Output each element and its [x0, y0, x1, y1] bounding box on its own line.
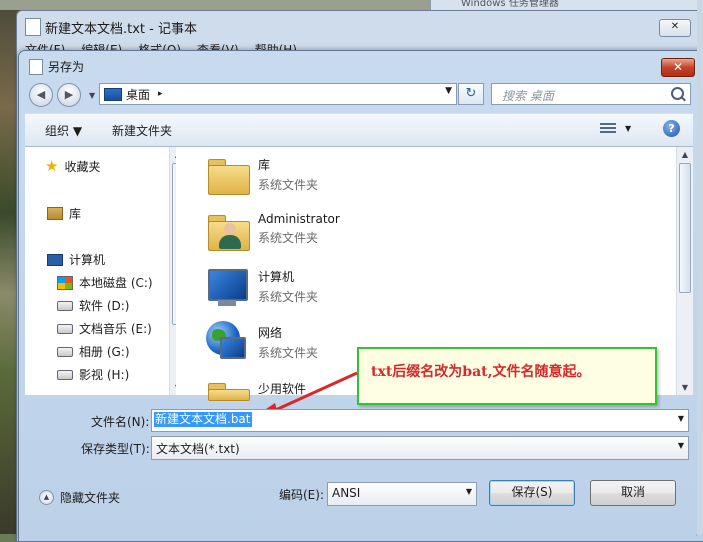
- address-bar[interactable]: 桌面 ▸ ▼: [99, 83, 457, 105]
- drive-icon: [57, 346, 73, 357]
- user-folder-icon: [206, 209, 250, 253]
- nav-libraries-label: 库: [69, 207, 82, 221]
- view-options-icon[interactable]: [600, 121, 616, 135]
- back-button[interactable]: ◀: [29, 83, 53, 107]
- nav-drive-e[interactable]: 文档音乐 (E:): [57, 320, 152, 337]
- list-item[interactable]: 网络 系统文件夹: [206, 321, 318, 365]
- item-name: 库: [258, 158, 271, 172]
- encoding-select[interactable]: ANSI ▼: [327, 482, 477, 506]
- navigation-pane: ★ 收藏夹 库 计算机 本地磁盘 (C:) 软件 (D:) 文档音乐 (E:) …: [25, 147, 186, 395]
- item-type: 系统文件夹: [258, 231, 319, 245]
- dialog-title: 另存为: [48, 60, 85, 74]
- save-button[interactable]: 保存(S): [489, 480, 575, 506]
- file-list-scrollbar[interactable]: ▲ ▼: [676, 147, 693, 395]
- filetype-dropdown-icon[interactable]: ▼: [678, 441, 684, 450]
- library-icon: [47, 207, 63, 220]
- search-input[interactable]: 搜索 桌面: [491, 83, 691, 105]
- search-icon[interactable]: [671, 87, 684, 100]
- nav-drive-d[interactable]: 软件 (D:): [57, 297, 129, 314]
- drive-icon: [57, 300, 73, 311]
- item-type: 系统文件夹: [258, 178, 319, 192]
- network-icon: [206, 321, 250, 365]
- filetype-select[interactable]: 文本文档(*.txt) ▼: [151, 436, 689, 460]
- nav-libraries[interactable]: 库: [47, 205, 81, 222]
- breadcrumb-chevron-icon[interactable]: ▸: [158, 89, 163, 99]
- desktop-icon: [104, 87, 122, 101]
- list-item[interactable]: 库 系统文件夹: [206, 153, 318, 197]
- nav-computer-label: 计算机: [69, 253, 106, 267]
- drive-label: 文档音乐 (E:): [79, 322, 152, 336]
- new-folder-button[interactable]: 新建文件夹: [112, 122, 172, 139]
- nav-drive-h[interactable]: 影视 (H:): [57, 366, 129, 383]
- nav-drive-c[interactable]: 本地磁盘 (C:): [57, 274, 153, 291]
- item-name: 计算机: [258, 270, 295, 284]
- notepad-icon: [29, 58, 43, 75]
- item-name: 网络: [258, 326, 283, 340]
- scroll-down-icon[interactable]: ▼: [677, 383, 693, 392]
- drive-label: 影视 (H:): [79, 368, 130, 382]
- encoding-dropdown-icon[interactable]: ▼: [466, 487, 472, 496]
- notepad-title: 新建文本文档.txt - 记事本: [45, 21, 197, 37]
- refresh-icon: ↻: [465, 86, 477, 101]
- notepad-titlebar: 新建文本文档.txt - 记事本: [25, 17, 197, 37]
- encoding-label: 编码(E):: [279, 488, 324, 502]
- help-button[interactable]: ?: [663, 120, 680, 137]
- close-button[interactable]: ✕: [661, 58, 695, 77]
- filetype-label: 保存类型(T):: [81, 442, 150, 456]
- history-dropdown[interactable]: ▼: [89, 91, 95, 100]
- view-dropdown-icon[interactable]: ▼: [625, 124, 631, 133]
- filetype-value: 文本文档(*.txt): [156, 442, 240, 456]
- item-type: 系统文件夹: [258, 290, 319, 304]
- nav-favorites[interactable]: ★ 收藏夹: [45, 157, 100, 175]
- list-item[interactable]: 计算机 系统文件夹: [206, 265, 318, 309]
- system-drive-icon: [57, 275, 73, 290]
- computer-icon: [47, 253, 63, 266]
- collapse-icon: ▲: [39, 490, 54, 505]
- annotation-callout: txt后缀名改为bat,文件名随意起。: [357, 347, 657, 405]
- address-dropdown-icon[interactable]: ▼: [445, 86, 452, 96]
- drive-label: 相册 (G:): [79, 345, 130, 359]
- nav-computer[interactable]: 计算机: [47, 251, 105, 268]
- drive-label: 本地磁盘 (C:): [79, 276, 153, 290]
- back-arrow-icon: ◀: [36, 88, 46, 101]
- notepad-icon: [25, 18, 41, 36]
- star-icon: ★: [45, 157, 59, 175]
- nav-drive-g[interactable]: 相册 (G:): [57, 343, 130, 360]
- file-scroll-thumb[interactable]: [679, 163, 691, 293]
- drive-label: 软件 (D:): [79, 299, 130, 313]
- item-type: 系统文件夹: [258, 346, 319, 360]
- save-as-dialog: 另存为 ✕ ◀ ▶ ▼ 桌面 ▸ ▼ ↻ 搜索 桌面 组织 ▼ 新建文件夹 ▼ …: [18, 50, 703, 542]
- organize-button[interactable]: 组织 ▼: [45, 122, 82, 139]
- address-location[interactable]: 桌面: [126, 86, 150, 103]
- forward-button[interactable]: ▶: [57, 83, 81, 107]
- refresh-button[interactable]: ↻: [458, 83, 484, 105]
- hide-folders-label: 隐藏文件夹: [60, 491, 121, 505]
- filename-label: 文件名(N):: [91, 415, 150, 429]
- drive-icon: [57, 323, 73, 334]
- window-edge: [697, 0, 703, 534]
- nav-favorites-label: 收藏夹: [64, 159, 101, 174]
- annotation-text: txt后缀名改为bat,文件名随意起。: [371, 364, 591, 380]
- drive-icon: [57, 369, 73, 380]
- search-placeholder: 搜索 桌面: [502, 89, 554, 103]
- filename-field[interactable]: 新建文本文档.bat ▼: [151, 409, 689, 432]
- scroll-up-icon[interactable]: ▲: [677, 150, 693, 159]
- item-name: Administrator: [258, 212, 340, 226]
- forward-arrow-icon: ▶: [64, 88, 74, 101]
- library-folder-icon: [206, 153, 250, 197]
- command-bar: 组织 ▼ 新建文件夹 ▼ ?: [25, 113, 693, 147]
- computer-icon: [206, 265, 250, 309]
- cancel-button[interactable]: 取消: [590, 480, 676, 506]
- notepad-close-button[interactable]: ✕: [659, 19, 691, 37]
- hide-folders-toggle[interactable]: ▲ 隐藏文件夹: [39, 489, 120, 506]
- filename-dropdown-icon[interactable]: ▼: [678, 414, 684, 423]
- encoding-value: ANSI: [332, 486, 361, 500]
- list-item[interactable]: Administrator 系统文件夹: [206, 209, 340, 253]
- background-window: Windows 任务管理器: [430, 0, 703, 10]
- dialog-titlebar: 另存为: [29, 58, 84, 75]
- filename-value[interactable]: 新建文本文档.bat: [154, 412, 252, 427]
